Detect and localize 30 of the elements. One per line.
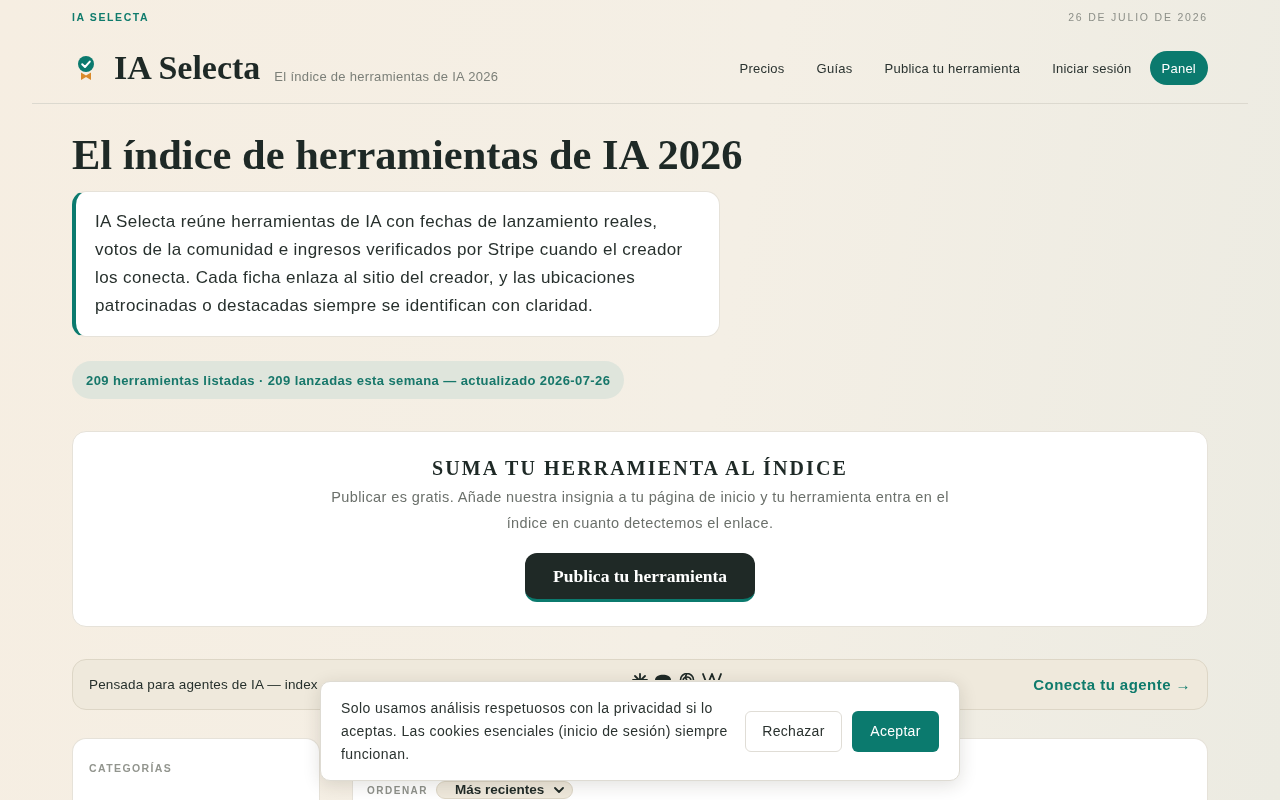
swirl-icon (677, 673, 696, 680)
sort-value: Más recientes (455, 782, 545, 798)
site-tagline: El índice de herramientas de IA 2026 (274, 68, 499, 84)
nav-link[interactable]: Publica tu herramienta (884, 60, 1021, 76)
intro-text: IA Selecta reúne herramientas de IA con fechas de lanzamiento reales, votos de la comunidad e ingresos verificados por Stripe cuando el creador los conecta. Cada ficha enlaza al sitio del creador, y las ubicaciones patrocinadas o destacadas siempre se identifican con claridad. (72, 191, 720, 337)
nav-link[interactable]: Guías (816, 60, 853, 76)
cookie-text: Solo usamos análisis respetuosos con la privacidad si lo aceptas. Las cookies esenciales (inicio de sesión) siempre funcionan. (341, 698, 729, 764)
accept-button[interactable]: Aceptar (852, 710, 939, 752)
sort-label: ORDENAR (367, 784, 429, 796)
stats-pill: 209 herramientas listadas · 209 lanzadas esta semana — actualizado 2026-07-26 (72, 361, 625, 399)
nav-link[interactable]: Iniciar sesión (1052, 60, 1132, 76)
panel-button[interactable]: Panel (1149, 51, 1208, 85)
cta-text: Publicar es gratis. Añade nuestra insignia a tu página de inicio y tu herramienta entra en el índice en cuanto detectemos el enlace. (330, 488, 950, 533)
site-logo[interactable]: IA Selecta (114, 51, 261, 85)
caret-icon (554, 787, 565, 793)
categories-heading: CATEGORÍAS (89, 762, 173, 774)
zigzag-icon (701, 673, 722, 680)
date-label: 26 DE JULIO DE 2026 (1068, 11, 1208, 23)
agent-text: Pensada para agentes de IA — index (89, 677, 318, 692)
cta-heading: SUMA TU HERRAMIENTA AL ÍNDICE (432, 456, 848, 480)
reject-button[interactable]: Rechazar (745, 710, 842, 752)
connect-agent-link[interactable]: Conecta tu agente → (1033, 676, 1191, 693)
publish-button[interactable]: Publica tu herramienta (525, 553, 755, 602)
dome-icon (653, 673, 672, 680)
badge-icon (78, 56, 94, 80)
page-title: El índice de herramientas de IA 2026 (72, 131, 744, 179)
nav-link[interactable]: Precios (739, 60, 785, 76)
sort-dropdown[interactable]: Más recientes (436, 781, 574, 799)
brand-label: IA SELECTA (72, 11, 150, 23)
burst-icon (631, 673, 648, 680)
